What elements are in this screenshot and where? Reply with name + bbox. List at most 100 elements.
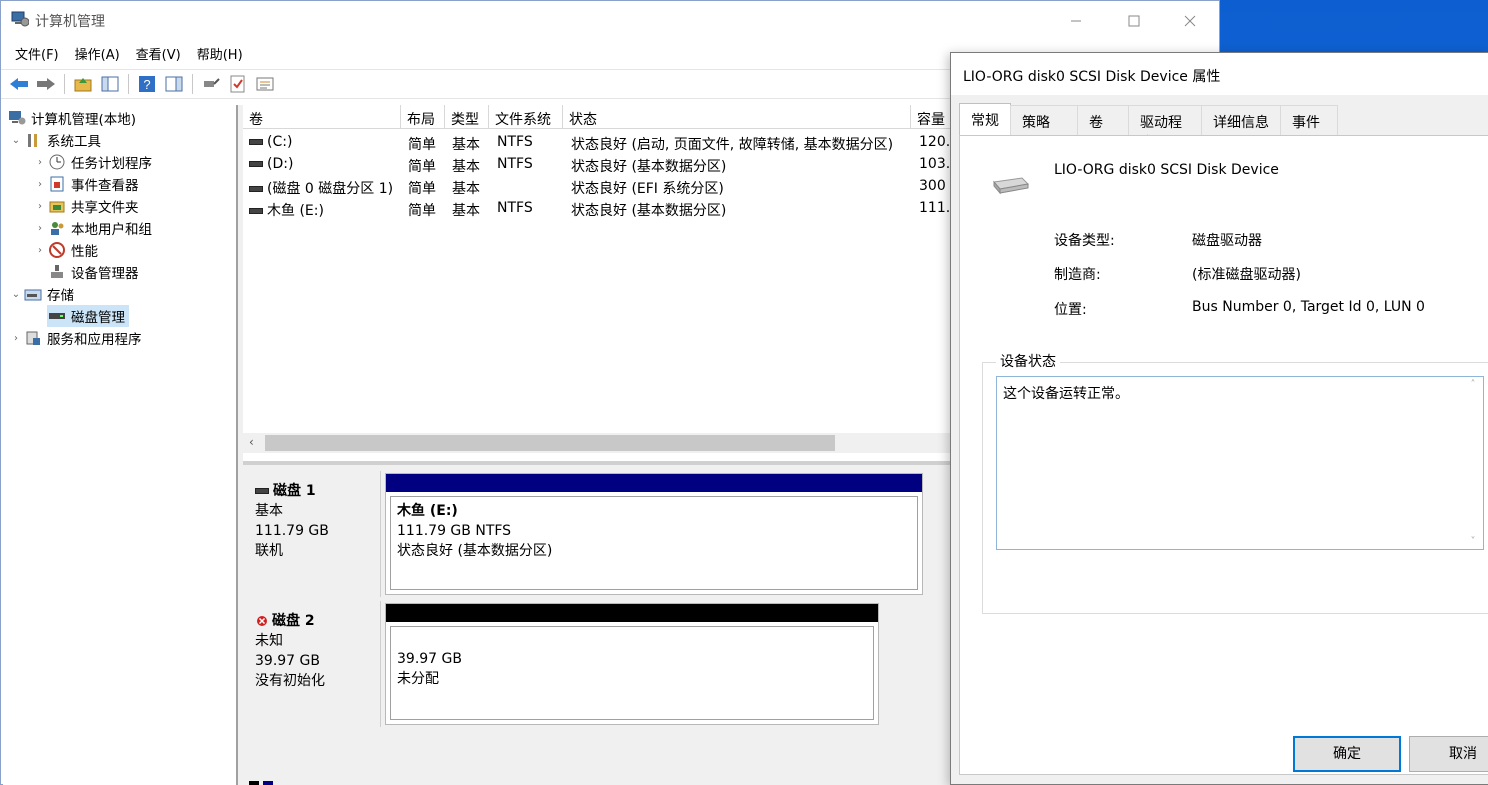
- partition-bar: [386, 474, 922, 492]
- minimize-button[interactable]: [1053, 7, 1099, 35]
- tree-item-device-manager[interactable]: 设备管理器: [47, 261, 139, 283]
- table-row[interactable]: (磁盘 0 磁盘分区 1) 简单 基本 状态良好 (EFI 系统分区) 300: [243, 176, 955, 198]
- chevron-right-icon[interactable]: ›: [33, 245, 47, 256]
- column-header-layout[interactable]: 布局: [401, 105, 445, 129]
- maximize-button[interactable]: [1111, 7, 1157, 35]
- disk-2-label[interactable]: 磁盘 2 未知 39.97 GB 没有初始化: [245, 601, 381, 727]
- disk-state: 没有初始化: [255, 673, 325, 689]
- maximize-icon: [1128, 15, 1140, 27]
- tab-volumes[interactable]: 卷: [1077, 105, 1129, 135]
- horizontal-scrollbar[interactable]: ‹: [243, 433, 955, 453]
- titlebar: 计算机管理: [1, 1, 1219, 39]
- menu-help[interactable]: 帮助(H): [189, 41, 251, 65]
- console-tree-icon: [101, 76, 119, 92]
- partition-title: 木鱼 (E:): [397, 503, 458, 519]
- tab-strip: 常规 策略 卷 驱动程序 详细信息 事件: [959, 103, 1338, 151]
- disk-size: 39.97 GB: [255, 653, 320, 669]
- disk-icon: [255, 488, 269, 494]
- vertical-scrollbar[interactable]: ˄ ˅: [1465, 379, 1481, 547]
- partition-status: 未分配: [397, 671, 439, 687]
- tab-policies[interactable]: 策略: [1010, 105, 1078, 135]
- scroll-up-icon[interactable]: ˄: [1465, 379, 1481, 390]
- partition-e[interactable]: 木鱼 (E:) 111.79 GB NTFS 状态良好 (基本数据分区): [385, 473, 923, 595]
- show-hide-console-tree-button[interactable]: [98, 73, 122, 95]
- scroll-left-icon[interactable]: ‹: [249, 435, 254, 449]
- cancel-button[interactable]: 取消: [1409, 736, 1488, 772]
- chevron-right-icon[interactable]: ›: [33, 157, 47, 168]
- filesystem-cell: NTFS: [497, 134, 533, 150]
- chevron-down-icon[interactable]: ⌄: [9, 289, 23, 300]
- filesystem-cell: NTFS: [497, 200, 533, 216]
- toolbar-separator: [64, 74, 65, 94]
- tab-driver[interactable]: 驱动程序: [1128, 105, 1202, 151]
- tree-item-root[interactable]: 计算机管理(本地): [7, 107, 136, 129]
- chevron-right-icon[interactable]: ›: [33, 179, 47, 190]
- disk-error-icon: [257, 616, 267, 626]
- volume-list-header: 卷 布局 类型 文件系统 状态 容量: [243, 105, 955, 129]
- disk-properties-dialog: LIO-ORG disk0 SCSI Disk Device 属性 常规 策略 …: [950, 52, 1488, 785]
- disk-name-row: 磁盘 2: [255, 611, 370, 631]
- device-type-value: 磁盘驱动器: [1192, 233, 1262, 249]
- folder-up-icon: [74, 78, 92, 92]
- device-name: LIO-ORG disk0 SCSI Disk Device: [1054, 162, 1279, 178]
- tree-item-event-viewer[interactable]: › 事件查看器: [33, 173, 139, 195]
- action-pane-icon: [165, 76, 183, 92]
- volume-list: 卷 布局 类型 文件系统 状态 容量 (C:) 简单 基本 NTFS 状态良好 …: [243, 105, 955, 461]
- chevron-down-icon[interactable]: ⌄: [9, 135, 23, 146]
- tree-item-shared-folders[interactable]: › 共享文件夹: [33, 195, 139, 217]
- tree-item-label: 设备管理器: [71, 266, 139, 282]
- table-row[interactable]: 木鱼 (E:) 简单 基本 NTFS 状态良好 (基本数据分区) 111.7: [243, 198, 955, 220]
- manufacturer-value: (标准磁盘驱动器): [1192, 267, 1301, 283]
- tree-item-label: 本地用户和组: [71, 222, 152, 238]
- menu-view[interactable]: 查看(V): [128, 41, 189, 65]
- properties-button[interactable]: [253, 73, 277, 95]
- show-action-pane-button[interactable]: [162, 73, 186, 95]
- connect-button[interactable]: [199, 73, 223, 95]
- tab-general[interactable]: 常规: [959, 103, 1011, 135]
- back-button[interactable]: [7, 73, 31, 95]
- tools-icon: [23, 131, 43, 149]
- tree-item-storage[interactable]: ⌄ 存储: [9, 283, 74, 305]
- check-button[interactable]: [226, 73, 250, 95]
- location-value: Bus Number 0, Target Id 0, LUN 0: [1192, 299, 1425, 315]
- close-button[interactable]: [1167, 7, 1213, 35]
- chevron-right-icon[interactable]: ›: [33, 223, 47, 234]
- chevron-right-icon[interactable]: ›: [33, 201, 47, 212]
- tree-item-performance[interactable]: › 性能: [33, 239, 98, 261]
- forward-button[interactable]: [34, 73, 58, 95]
- chevron-right-icon[interactable]: ›: [9, 333, 23, 344]
- menu-action[interactable]: 操作(A): [67, 41, 128, 65]
- help-button[interactable]: ?: [135, 73, 159, 95]
- menu-file[interactable]: 文件(F): [7, 41, 67, 65]
- scrollbar-thumb[interactable]: [265, 435, 835, 451]
- tree-item-task-scheduler[interactable]: › 任务计划程序: [33, 151, 152, 173]
- scroll-down-icon[interactable]: ˅: [1465, 536, 1481, 547]
- filesystem-cell: NTFS: [497, 156, 533, 172]
- location-label: 位置:: [1054, 302, 1087, 318]
- tree-item-services-apps[interactable]: › 服务和应用程序: [9, 327, 142, 349]
- tree-item-disk-management[interactable]: 磁盘管理: [47, 305, 129, 327]
- table-row[interactable]: (C:) 简单 基本 NTFS 状态良好 (启动, 页面文件, 故障转储, 基本…: [243, 132, 955, 154]
- type-cell: 基本: [452, 203, 480, 219]
- capacity-cell: 300: [919, 178, 946, 194]
- column-header-volume[interactable]: 卷: [243, 105, 401, 129]
- disk-name-row: 磁盘 1: [255, 481, 370, 501]
- column-header-type[interactable]: 类型: [445, 105, 489, 129]
- device-status-textbox[interactable]: 这个设备运转正常。 ˄ ˅: [996, 376, 1484, 550]
- unallocated-space[interactable]: 39.97 GB 未分配: [385, 603, 879, 725]
- table-row[interactable]: (D:) 简单 基本 NTFS 状态良好 (基本数据分区) 103.1: [243, 154, 955, 176]
- column-header-capacity[interactable]: 容量: [911, 105, 955, 129]
- ok-button[interactable]: 确定: [1293, 736, 1401, 772]
- tree-item-local-users[interactable]: › 本地用户和组: [33, 217, 152, 239]
- layout-cell: 简单: [408, 159, 436, 175]
- up-folder-button[interactable]: [71, 73, 95, 95]
- disk-1-label[interactable]: 磁盘 1 基本 111.79 GB 联机: [245, 471, 381, 597]
- tab-events[interactable]: 事件: [1280, 105, 1338, 135]
- column-header-status[interactable]: 状态: [563, 105, 911, 129]
- tab-details[interactable]: 详细信息: [1201, 105, 1281, 135]
- column-header-filesystem[interactable]: 文件系统: [489, 105, 563, 129]
- tree-item-system-tools[interactable]: ⌄ 系统工具: [9, 129, 101, 151]
- clock-icon: [47, 153, 67, 171]
- minimize-icon: [1071, 20, 1081, 22]
- device-manager-icon: [47, 263, 67, 281]
